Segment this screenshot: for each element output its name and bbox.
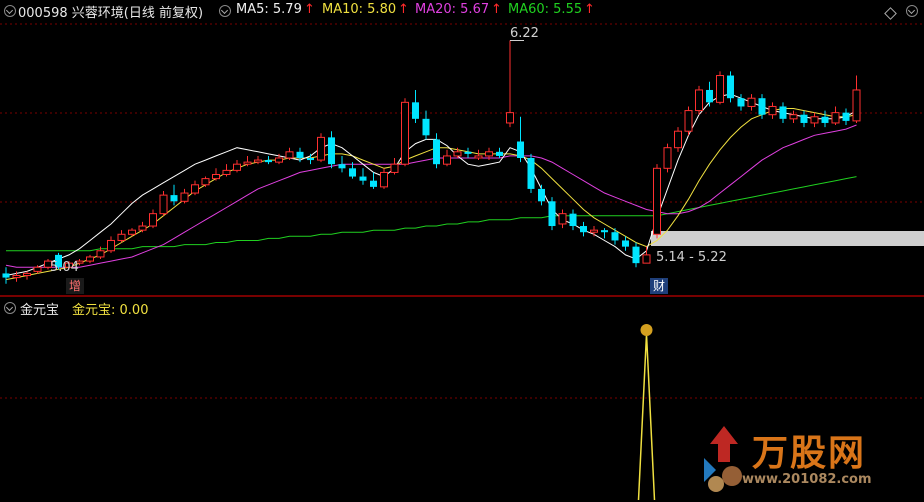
candle bbox=[422, 110, 430, 140]
gold-ingot-icon bbox=[640, 324, 653, 336]
candle bbox=[695, 85, 703, 115]
candle bbox=[821, 110, 829, 128]
candle bbox=[747, 94, 756, 111]
candle bbox=[222, 164, 231, 177]
candle bbox=[506, 40, 514, 128]
candle bbox=[149, 209, 157, 229]
candle bbox=[831, 106, 840, 126]
candle bbox=[307, 153, 314, 165]
candle bbox=[464, 147, 472, 158]
candle bbox=[138, 221, 147, 233]
candle bbox=[706, 81, 713, 107]
candle bbox=[674, 127, 682, 152]
indicator-line bbox=[637, 333, 656, 501]
candle bbox=[663, 143, 672, 173]
indicator-series-label: 金元宝: 0.00 bbox=[72, 299, 148, 318]
candle bbox=[569, 209, 577, 231]
candle bbox=[632, 242, 640, 268]
signal-finance-badge[interactable]: 财 bbox=[650, 278, 669, 294]
candle bbox=[737, 94, 745, 111]
ma20-arrow-icon: ↑ bbox=[491, 2, 502, 17]
candle bbox=[380, 168, 388, 189]
candle bbox=[548, 197, 556, 231]
ma60-arrow-icon: ↑ bbox=[584, 2, 595, 17]
candle bbox=[558, 209, 567, 229]
candle bbox=[2, 267, 10, 284]
ma60-label: MA60: 5.55 bbox=[508, 2, 583, 17]
candle bbox=[653, 164, 661, 239]
low-price-label: 5.04 bbox=[50, 260, 79, 275]
candle bbox=[642, 246, 651, 264]
ma-lines bbox=[5, 93, 857, 281]
ma5-arrow-icon: ↑ bbox=[304, 2, 315, 17]
stock-label: 000598 兴蓉环境(日线 前复权) bbox=[18, 6, 204, 21]
high-price-label: 6.22 bbox=[510, 26, 539, 41]
candle bbox=[474, 149, 483, 161]
candle bbox=[370, 172, 377, 189]
candle bbox=[317, 133, 325, 163]
indicator-series-name: 金元宝 bbox=[72, 303, 112, 318]
candle bbox=[789, 110, 798, 123]
panel-toggle-icon[interactable] bbox=[4, 5, 16, 17]
candle bbox=[716, 71, 724, 105]
candle bbox=[852, 75, 861, 123]
indicator-name: 金元宝 bbox=[20, 303, 60, 318]
candle bbox=[622, 236, 629, 251]
candle bbox=[159, 190, 168, 216]
ma5-label: MA5: 5.79 bbox=[236, 2, 302, 17]
candle bbox=[285, 147, 294, 161]
candle bbox=[328, 131, 335, 169]
watermark-title: 万股网 bbox=[752, 432, 867, 474]
candle bbox=[201, 176, 210, 187]
indicator-plot bbox=[637, 324, 656, 501]
candle bbox=[338, 155, 346, 173]
ma-toggle-icon[interactable] bbox=[219, 5, 231, 17]
candle bbox=[117, 230, 126, 243]
candle bbox=[601, 228, 608, 239]
candle bbox=[412, 89, 419, 123]
range-label: 5.14 - 5.22 bbox=[656, 250, 727, 265]
candle bbox=[580, 221, 587, 237]
candle bbox=[233, 160, 241, 173]
candle bbox=[810, 112, 819, 128]
candle bbox=[433, 133, 440, 169]
candle bbox=[191, 180, 199, 196]
candles bbox=[2, 40, 861, 284]
ma10-line bbox=[5, 108, 857, 281]
candle bbox=[538, 184, 545, 206]
candle bbox=[727, 71, 734, 103]
window-toggle-icon[interactable] bbox=[906, 5, 918, 17]
candle bbox=[611, 228, 619, 245]
ma20-label: MA20: 5.67 bbox=[415, 2, 490, 17]
candle bbox=[768, 102, 777, 119]
candle bbox=[590, 226, 598, 237]
candle bbox=[265, 155, 272, 165]
watermark-url: www.201082.com bbox=[742, 472, 872, 487]
candle bbox=[443, 149, 451, 167]
candle bbox=[86, 254, 94, 264]
indicator-toggle-icon[interactable] bbox=[4, 302, 16, 314]
candle bbox=[390, 158, 399, 175]
candle bbox=[107, 236, 115, 253]
candle bbox=[527, 153, 535, 194]
candle bbox=[23, 271, 31, 280]
candle bbox=[779, 102, 787, 123]
candle bbox=[496, 147, 503, 158]
candle bbox=[401, 98, 409, 167]
signal-increase-badge[interactable]: 增 bbox=[66, 278, 85, 294]
ma10-label: MA10: 5.80 bbox=[322, 2, 397, 17]
candle bbox=[180, 188, 189, 204]
watermark: 万股网 www.201082.com bbox=[694, 418, 914, 498]
candle bbox=[212, 168, 220, 181]
candle bbox=[684, 106, 693, 136]
candle bbox=[517, 116, 524, 163]
support-band bbox=[651, 231, 924, 246]
ma10-arrow-icon: ↑ bbox=[398, 2, 409, 17]
candle bbox=[359, 168, 367, 185]
indicator-value: : 0.00 bbox=[111, 303, 149, 318]
candle bbox=[842, 108, 850, 126]
